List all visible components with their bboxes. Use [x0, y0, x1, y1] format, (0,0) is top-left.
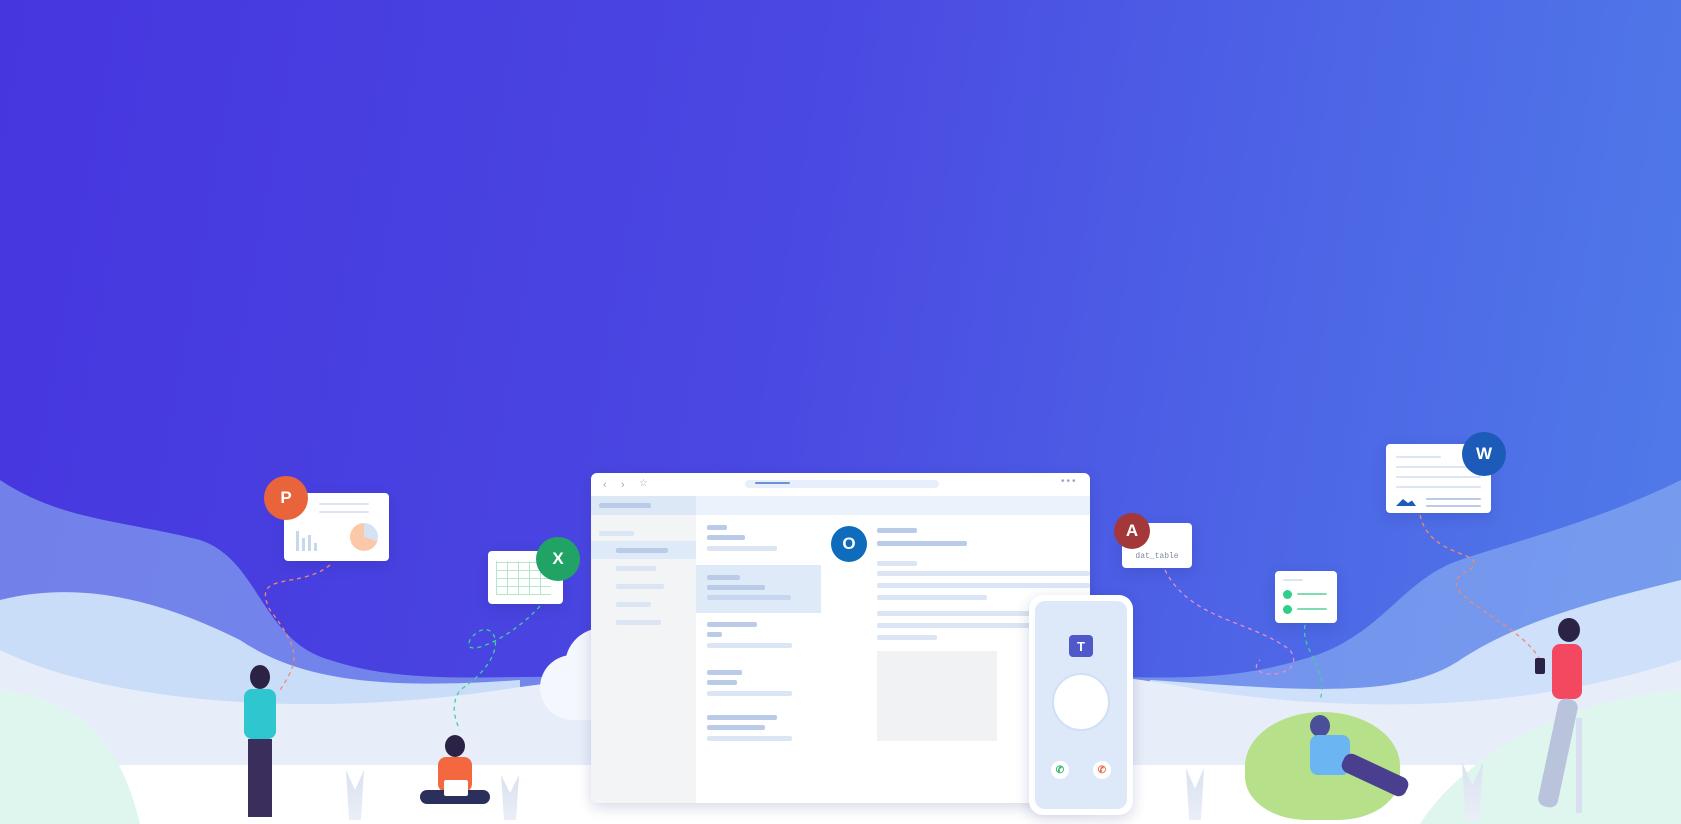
person-beanbag [1300, 715, 1420, 815]
person-standing-left [238, 665, 283, 820]
stool [1576, 718, 1582, 813]
person-stool [1530, 618, 1600, 818]
person-sitting-laptop [420, 735, 490, 815]
phone-in-hand [1535, 658, 1545, 674]
laptop [444, 780, 468, 796]
